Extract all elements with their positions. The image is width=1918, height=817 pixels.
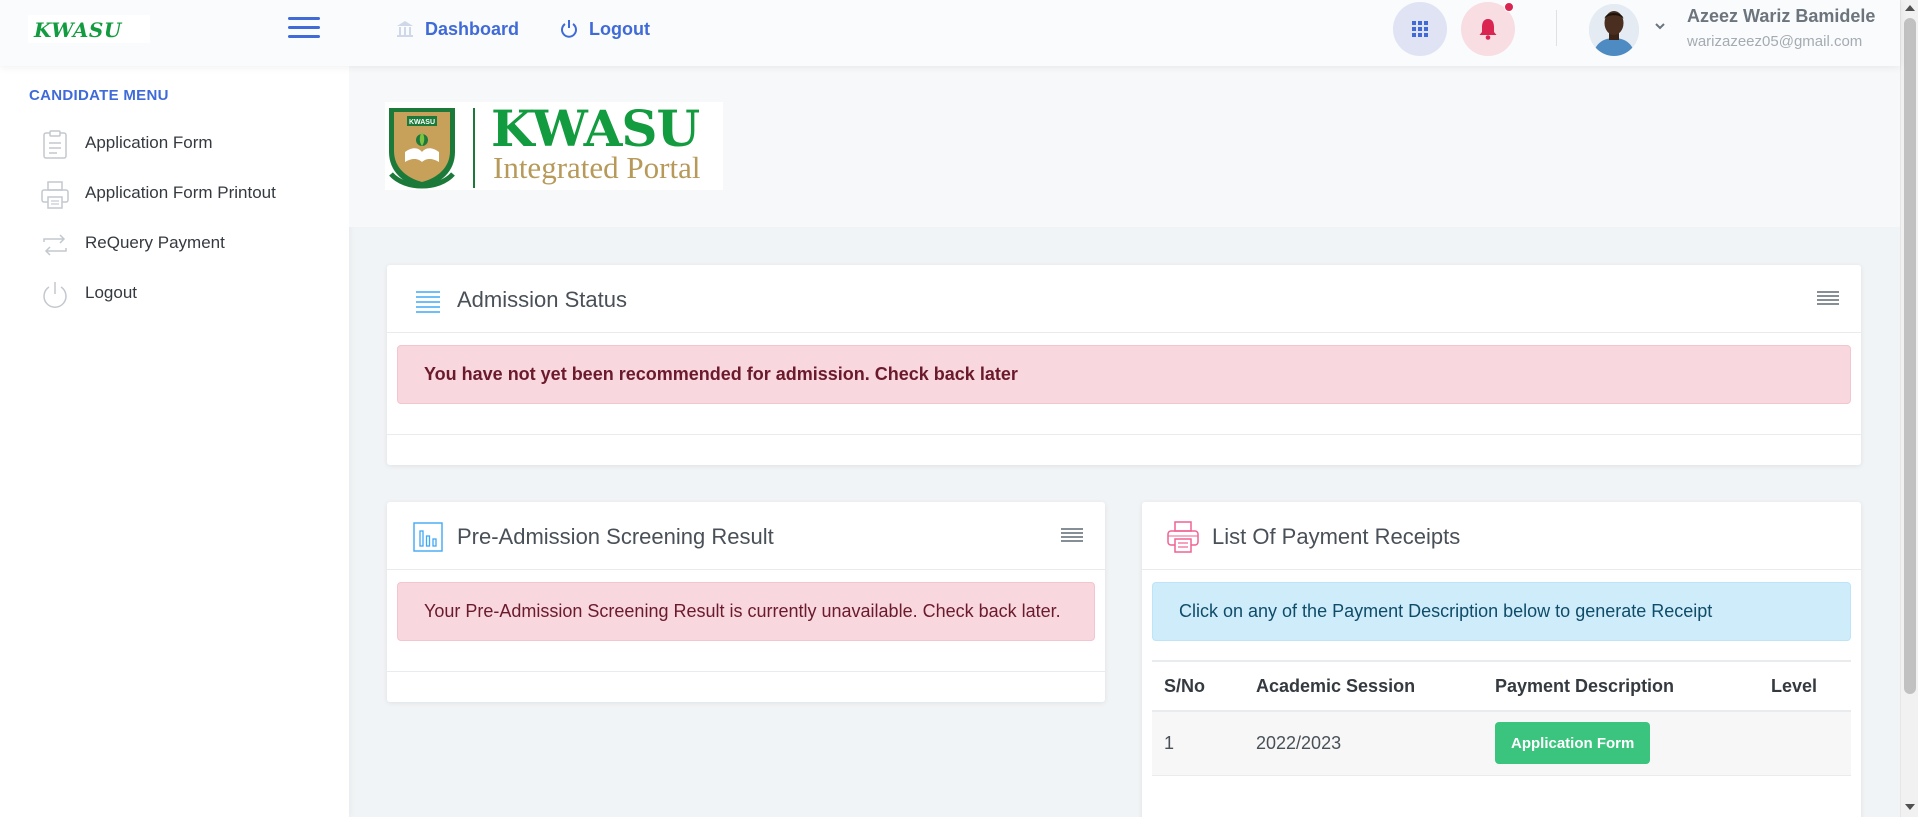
sidebar-item-label: Application Form — [85, 133, 213, 152]
hamburger-icon[interactable] — [288, 17, 320, 39]
logo-title: KWASU — [491, 99, 700, 158]
avatar[interactable] — [1589, 4, 1639, 56]
card-header: Pre-Admission Screening Result — [387, 502, 1105, 570]
sidebar-item-label: Application Form Printout — [85, 183, 276, 202]
logo-subtitle: Integrated Portal — [493, 150, 701, 185]
bank-icon — [395, 19, 415, 39]
sidebar-item-logout[interactable]: Logout — [40, 275, 340, 311]
card-header: List Of Payment Receipts — [1142, 502, 1861, 570]
sidebar-item-requery-payment[interactable]: ReQuery Payment — [40, 225, 340, 261]
admission-status-alert: You have not yet been recommended for ad… — [397, 345, 1851, 404]
nav-dashboard-link[interactable]: Dashboard — [395, 17, 519, 41]
payment-receipts-table: S/No Academic Session Payment Descriptio… — [1152, 660, 1851, 776]
bell-icon — [1479, 19, 1497, 40]
notification-badge — [1504, 2, 1514, 12]
sidebar-item-form-printout[interactable]: Application Form Printout — [40, 175, 340, 211]
apps-grid-button[interactable] — [1393, 2, 1447, 56]
admission-status-card: Admission Status You have not yet been r… — [387, 265, 1861, 465]
kwasu-portal-logo: KWASU KWASU Integrated Portal — [385, 102, 723, 190]
payment-receipts-info: Click on any of the Payment Description … — [1152, 582, 1851, 641]
sidebar-item-label: Logout — [85, 283, 137, 302]
cell-sno: 1 — [1152, 711, 1244, 776]
sidebar-item-label: ReQuery Payment — [85, 233, 225, 252]
power-icon — [559, 19, 579, 39]
screening-result-message: Your Pre-Admission Screening Result is c… — [424, 601, 1061, 621]
table-header-row: S/No Academic Session Payment Descriptio… — [1152, 660, 1851, 712]
screening-result-alert: Your Pre-Admission Screening Result is c… — [397, 582, 1095, 641]
chevron-down-icon[interactable] — [1652, 18, 1668, 34]
printer-icon — [41, 181, 69, 209]
admission-status-message: You have not yet been recommended for ad… — [424, 364, 1018, 384]
admission-status-title: Admission Status — [457, 287, 627, 312]
cell-description: Application Form — [1483, 711, 1759, 776]
header-logo[interactable]: KWASU — [28, 15, 150, 43]
payment-receipts-card: List Of Payment Receipts Click on any of… — [1142, 502, 1861, 817]
table-row: 1 2022/2023 Application Form — [1152, 711, 1851, 776]
repeat-icon — [43, 234, 67, 256]
power-icon — [43, 282, 67, 308]
user-email: warizazeez05@gmail.com — [1687, 33, 1863, 50]
scroll-down-arrow-icon[interactable] — [1905, 804, 1915, 810]
scrollbar-thumb[interactable] — [1904, 18, 1916, 694]
card-footer-divider — [387, 434, 1861, 435]
sidebar-item-application-form[interactable]: Application Form — [40, 125, 340, 161]
card-header: Admission Status — [387, 265, 1861, 333]
cell-level — [1759, 711, 1851, 776]
user-name: Azeez Wariz Bamidele — [1687, 6, 1876, 26]
top-header: KWASU Dashboard Logout Azeez Wariz Bamid… — [0, 0, 1900, 66]
bar-chart-icon — [413, 522, 443, 552]
page-scrollbar[interactable] — [1900, 0, 1918, 817]
payment-receipts-info-text: Click on any of the Payment Description … — [1179, 601, 1713, 621]
nav-logout-link[interactable]: Logout — [559, 17, 650, 41]
list-lines-icon — [416, 291, 440, 313]
column-header: Academic Session — [1244, 660, 1483, 712]
screening-result-title: Pre-Admission Screening Result — [457, 524, 774, 549]
card-menu-icon[interactable] — [1061, 528, 1083, 544]
sidebar-heading: CANDIDATE MENU — [29, 87, 169, 104]
column-header: S/No — [1152, 660, 1244, 712]
screening-result-card: Pre-Admission Screening Result Your Pre-… — [387, 502, 1105, 702]
sidebar: CANDIDATE MENU Application Form Applicat… — [0, 66, 349, 817]
card-menu-icon[interactable] — [1817, 291, 1839, 307]
crest-text: KWASU — [409, 119, 435, 126]
column-header: Payment Description — [1483, 660, 1759, 712]
scroll-up-arrow-icon[interactable] — [1905, 5, 1915, 11]
application-form-receipt-button[interactable]: Application Form — [1495, 722, 1651, 765]
nav-logout-label: Logout — [589, 18, 650, 39]
apps-grid-icon — [1412, 21, 1428, 37]
header-logo-text: KWASU — [34, 18, 122, 42]
header-divider — [1556, 10, 1557, 46]
column-header: Level — [1759, 660, 1851, 712]
printer-icon — [1167, 521, 1199, 553]
payment-receipts-title: List Of Payment Receipts — [1212, 524, 1461, 549]
card-footer-divider — [387, 671, 1105, 672]
clipboard-icon — [43, 130, 67, 159]
banner-area: KWASU KWASU Integrated Portal — [349, 66, 1900, 227]
cell-session: 2022/2023 — [1244, 711, 1483, 776]
nav-dashboard-label: Dashboard — [425, 18, 520, 39]
